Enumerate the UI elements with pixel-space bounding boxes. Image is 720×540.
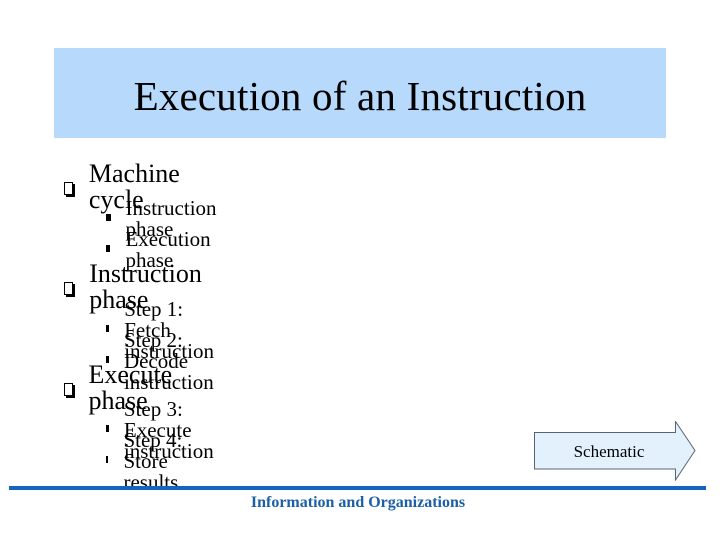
slide-title: Execution of an Instruction: [133, 72, 587, 119]
square-bullet-icon: [106, 244, 111, 252]
footer: Information and Organizations: [0, 494, 720, 512]
bullet-text: Step 4: Store results: [123, 428, 183, 494]
square-bullet-icon: [106, 213, 111, 221]
footer-text: Information and Organizations: [250, 494, 466, 511]
checkbox-bullet-icon: [64, 281, 74, 295]
square-bullet-icon: [106, 456, 109, 463]
checkbox-bullet-icon: [64, 181, 73, 195]
footer-divider: [9, 486, 706, 490]
title-banner: Execution of an Instruction: [54, 48, 666, 138]
bullet-item: Step 4: Store results: [106, 430, 183, 493]
checkbox-bullet-icon: [64, 382, 73, 396]
schematic-arrow-button[interactable]: Schematic: [534, 421, 696, 481]
schematic-label: Schematic: [573, 442, 645, 461]
